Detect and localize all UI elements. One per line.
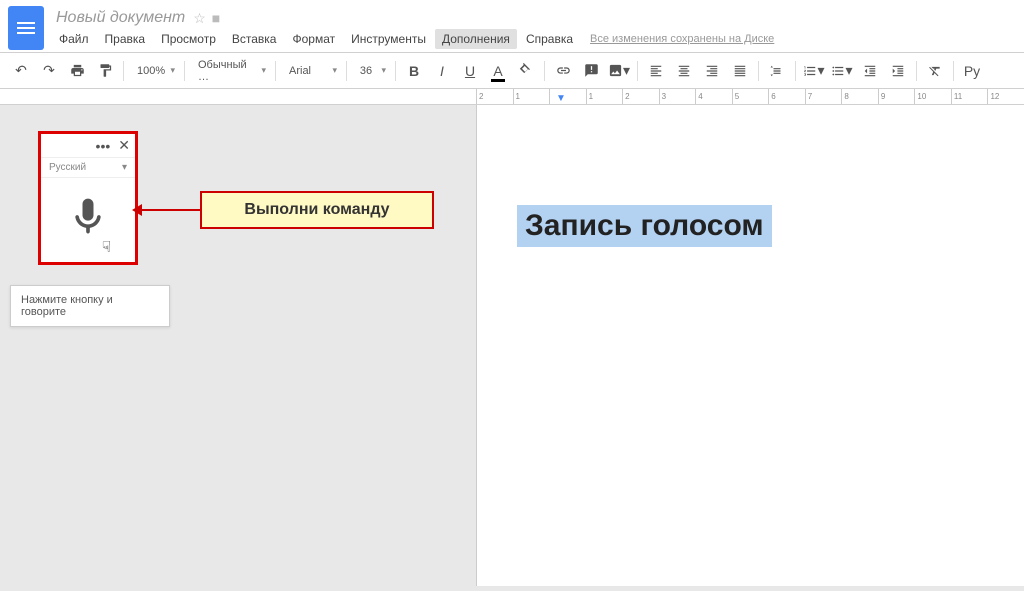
text-color-button[interactable]: A [485,58,511,84]
ruler-tick: 11 [951,89,988,105]
bulleted-list-button[interactable]: ▾ [829,58,855,84]
ruler-tick: 12 [987,89,1024,105]
italic-button[interactable]: I [429,58,455,84]
document-title[interactable]: Новый документ [52,7,189,29]
ruler-tick: 5 [732,89,769,105]
folder-icon[interactable]: ■ [212,10,220,26]
ruler-tick: 3 [659,89,696,105]
cursor-hand-icon: ☟ [102,238,111,256]
align-center-button[interactable] [671,58,697,84]
font-size-select[interactable]: 36 [352,58,390,84]
annotation-callout: Выполни команду [200,191,434,229]
ruler-tick [549,89,586,105]
menu-format[interactable]: Формат [285,29,342,49]
highlight-button[interactable] [513,58,539,84]
undo-button[interactable]: ↶ [8,58,34,84]
menu-insert[interactable]: Вставка [225,29,284,49]
annotation-arrow [138,209,200,211]
voice-language-label: Русский [49,162,86,173]
zoom-select[interactable]: 100% [129,58,179,84]
ruler-tick: 8 [841,89,878,105]
menu-help[interactable]: Справка [519,29,580,49]
document-text-selection[interactable]: Запись голосом [517,205,772,247]
toolbar: ↶ ↷ 100% Обычный … Arial 36 B I U A ▾ ▾ … [0,53,1024,89]
image-button[interactable]: ▾ [606,58,632,84]
menu-tools[interactable]: Инструменты [344,29,433,49]
print-button[interactable] [64,58,90,84]
align-right-button[interactable] [699,58,725,84]
ruler-tick: 10 [914,89,951,105]
link-button[interactable] [550,58,576,84]
align-left-button[interactable] [643,58,669,84]
align-justify-button[interactable] [727,58,753,84]
annotation-arrow-head [132,204,142,216]
style-select[interactable]: Обычный … [190,58,270,84]
chevron-down-icon: ▾ [122,162,127,173]
docs-logo-icon[interactable] [8,6,44,50]
menu-view[interactable]: Просмотр [154,29,223,49]
underline-button[interactable]: U [457,58,483,84]
close-icon[interactable]: ✕ [118,137,130,154]
ruler: ▼ 2 1 1 2 3 4 5 6 7 8 9 10 11 12 [0,89,1024,105]
ruler-tick: 7 [805,89,842,105]
document-page[interactable]: Запись голосом [476,105,1024,586]
ruler-tick: 1 [586,89,623,105]
microphone-icon [66,190,110,244]
paint-format-button[interactable] [92,58,118,84]
comment-button[interactable] [578,58,604,84]
ruler-indent-marker[interactable]: ▼ [556,93,566,104]
indent-increase-button[interactable] [885,58,911,84]
ruler-tick: 4 [695,89,732,105]
voice-mic-button[interactable]: ☟ [41,178,135,262]
voice-typing-panel[interactable]: ••• ✕ Русский ▾ ☟ [38,131,138,265]
save-status[interactable]: Все изменения сохранены на Диске [590,33,774,45]
ruler-tick: 2 [622,89,659,105]
voice-more-icon[interactable]: ••• [96,138,111,154]
ruler-tick: 1 [513,89,550,105]
menu-addons[interactable]: Дополнения [435,29,517,49]
ruler-tick: 6 [768,89,805,105]
bold-button[interactable]: B [401,58,427,84]
voice-tooltip: Нажмите кнопку и говорите [10,285,170,327]
ruler-tick: 9 [878,89,915,105]
clear-format-button[interactable] [922,58,948,84]
redo-button[interactable]: ↷ [36,58,62,84]
line-spacing-button[interactable] [764,58,790,84]
menu-edit[interactable]: Правка [98,29,153,49]
voice-language-select[interactable]: Русский ▾ [41,157,135,178]
menu-file[interactable]: Файл [52,29,96,49]
numbered-list-button[interactable]: ▾ [801,58,827,84]
ruler-tick: 2 [476,89,513,105]
input-tools-button[interactable]: Ру [959,58,985,84]
star-icon[interactable]: ☆ [193,10,206,27]
indent-decrease-button[interactable] [857,58,883,84]
font-select[interactable]: Arial [281,58,341,84]
